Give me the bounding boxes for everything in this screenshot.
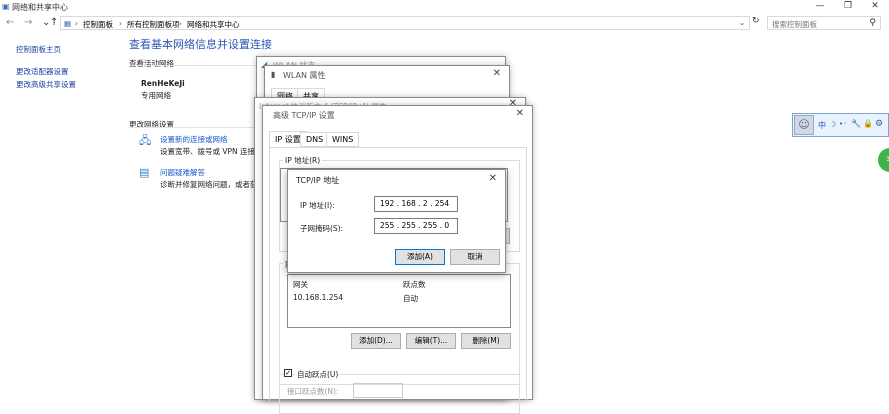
ime-toolbar: ☺ 中 ☽ •◦ 🔧 🔒 ⚙ [792,113,889,137]
ime-chinese-mode-icon[interactable]: 中 [818,120,826,131]
minimize-button[interactable]: — [805,0,835,14]
new-connection-icon: 🖧 [139,134,152,147]
remove-gateway-button[interactable]: 删除(M) [461,333,511,349]
ime-punctuation-icon[interactable]: •◦ [839,120,847,128]
title-bar: ▣ 网络和共享中心 — ❐ ✕ [0,0,889,14]
interface-metric-label: 接口跃点数(N): [287,387,339,396]
divider [129,127,259,128]
change-settings-label: 更改网络设置 [129,120,174,129]
window-title: 网络和共享中心 [12,3,68,12]
ime-moon-icon[interactable]: ☽ [829,120,836,129]
close-button[interactable]: ✕ [860,0,889,14]
ime-avatar-icon[interactable]: ☺ [794,115,814,135]
gateway-cell[interactable]: 10.168.1.254 [293,293,343,302]
breadcrumb-control-panel[interactable]: 控制面板 [83,19,113,30]
subnet-mask-field[interactable]: 255 . 255 . 255 . 0 [374,218,458,234]
network-name: RenHeKeJi [141,79,185,88]
floating-badge[interactable]: 36 [878,148,889,172]
troubleshoot-desc: 诊断并修复网络问题，或者获 [160,180,258,189]
tcpip-address-dialog: TCP/IP 地址 ✕ IP 地址(I): 192 . 168 . 2 . 25… [287,169,506,273]
history-dropdown-icon[interactable]: ⌄ [739,18,745,27]
sidebar-item-advanced-sharing[interactable]: 更改高级共享设置 [16,79,76,90]
ime-lock-icon[interactable]: 🔒 [863,119,873,128]
network-type: 专用网络 [141,91,171,100]
gateway-header: 网关 [293,280,308,289]
sidebar-item-adapter-settings[interactable]: 更改适配器设置 [16,66,69,77]
network-center-icon: ▣ [2,2,10,11]
ip-group-label: IP 地址(R) [283,155,323,166]
setup-connection-desc: 设置宽带、拨号或 VPN 连接； [160,147,263,156]
address-bar[interactable]: ▦ › 控制面板 › 所有控制面板项 › 网络和共享中心 ⌄ [60,16,750,30]
close-icon[interactable]: ✕ [493,68,501,79]
sidebar-item-home[interactable]: 控制面板主页 [16,44,61,55]
dialog-title: TCP/IP 地址 [296,176,340,185]
setup-connection-link[interactable]: 设置新的连接或网络 [160,134,228,145]
maximize-button[interactable]: ❐ [833,0,863,14]
add-gateway-button[interactable]: 添加(D)... [351,333,401,349]
address-bar-row: ← → ⌄ ↑ ▦ › 控制面板 › 所有控制面板项 › 网络和共享中心 ⌄ ↻… [0,14,889,32]
gateway-list[interactable]: 网关 跃点数 10.168.1.254 自动 [287,274,511,328]
interface-metric-input[interactable] [353,383,403,398]
troubleshoot-link[interactable]: 问题疑难解答 [160,167,205,178]
breadcrumb-network-center[interactable]: 网络和共享中心 [187,19,240,30]
auto-metric-label: 自动跃点(U) [295,369,341,380]
page-title: 查看基本网络信息并设置连接 [129,38,272,51]
forward-button[interactable]: → [24,17,32,28]
up-button[interactable]: ↑ [50,17,58,28]
tab-dns[interactable]: DNS [300,132,330,147]
auto-metric-checkbox[interactable]: ✓ [284,369,292,377]
breadcrumb-all-items[interactable]: 所有控制面板项 [127,19,180,30]
adapter-icon: ▮ [271,70,276,79]
control-panel-icon: ▦ [64,19,72,28]
add-button[interactable]: 添加(A) [395,249,445,265]
search-placeholder: 搜索控制面板 [772,20,817,29]
close-icon[interactable]: ✕ [516,108,524,119]
cancel-button[interactable]: 取消 [450,249,500,265]
dialog-title: WLAN 属性 [283,71,326,80]
breadcrumb-separator: › [119,19,122,28]
metric-header: 跃点数 [403,280,426,289]
tab-wins[interactable]: WINS [326,132,360,147]
active-networks-label: 查看活动网络 [129,59,174,68]
ime-tool-icon[interactable]: 🔧 [851,119,861,128]
subnet-mask-label: 子网掩码(S): [300,224,344,233]
search-input[interactable]: 搜索控制面板 ⚲ [767,16,881,30]
edit-gateway-button[interactable]: 编辑(T)... [406,333,456,349]
breadcrumb-separator: › [75,19,78,28]
ip-address-label: IP 地址(I): [300,201,335,210]
troubleshoot-icon: ▤ [139,166,150,179]
ip-address-field[interactable]: 192 . 168 . 2 . 254 [374,196,458,212]
back-button[interactable]: ← [6,17,14,28]
metric-cell[interactable]: 自动 [403,293,418,304]
close-icon[interactable]: ✕ [489,173,497,184]
search-icon[interactable]: ⚲ [869,18,876,28]
breadcrumb-separator: › [179,19,182,28]
refresh-icon[interactable]: ↻ [752,16,760,26]
divider [129,65,259,66]
ime-settings-icon[interactable]: ⚙ [875,119,883,129]
dialog-title: 高级 TCP/IP 设置 [273,111,335,120]
